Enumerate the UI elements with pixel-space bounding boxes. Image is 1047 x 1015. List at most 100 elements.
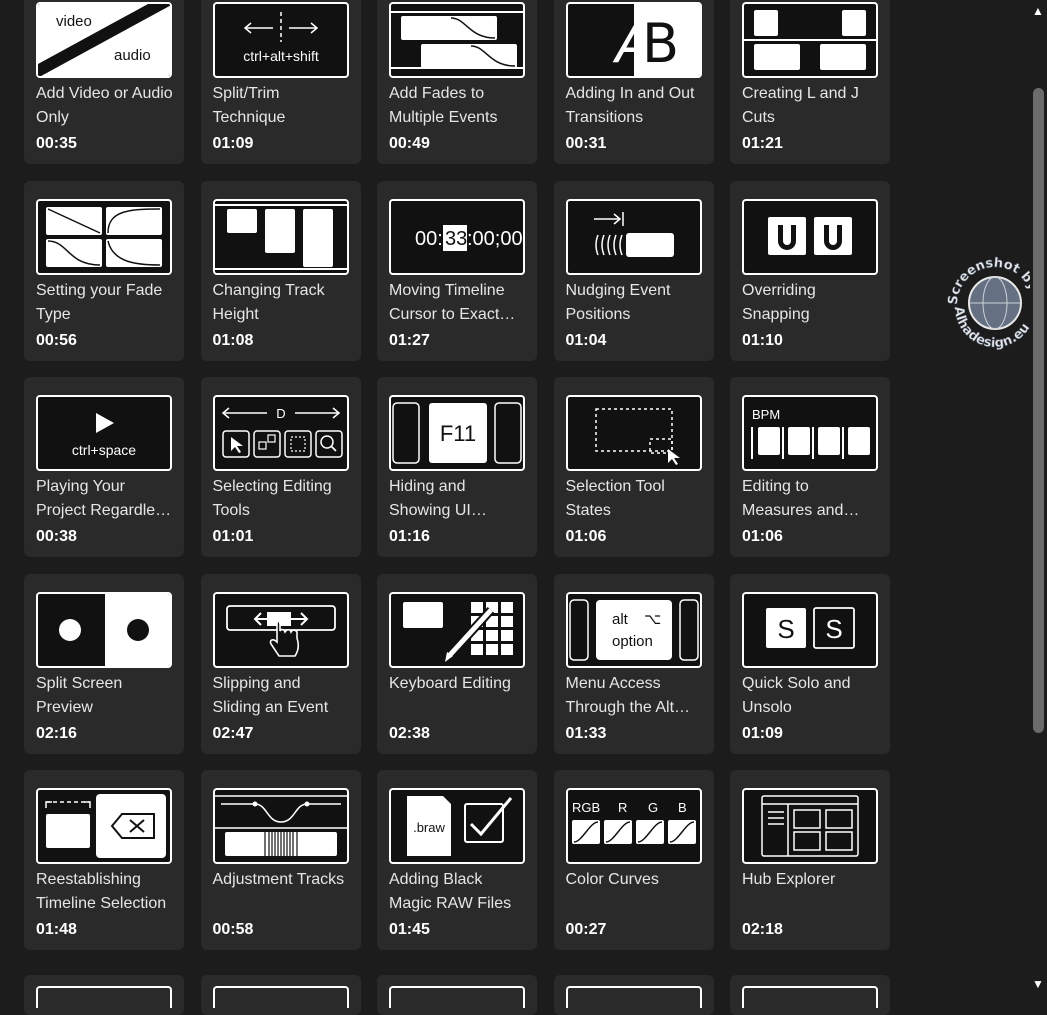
tutorial-card[interactable]: Reestablishing Timeline Selection 01:48 [24, 770, 184, 950]
scrollbar-thumb[interactable] [1033, 88, 1044, 733]
transition-icon: A B [565, 2, 702, 78]
thumb-text: video [56, 13, 92, 30]
card-title: Selection Tool States [565, 478, 665, 519]
card-title: Add Fades to Multiple Events [389, 85, 498, 126]
braw-icon: .braw [389, 788, 525, 864]
card-title: Quick Solo and Unsolo [742, 674, 851, 716]
bpm-icon: BPM [742, 395, 878, 471]
tutorial-card[interactable]: Selection Tool States 01:06 [553, 377, 714, 557]
tutorial-card[interactable]: Creating L and J Cuts 01:21 [730, 0, 890, 164]
hub-explorer-icon [742, 788, 878, 864]
card-title: Moving Timeline Cursor to Exact… [389, 281, 516, 323]
card-duration: 00:27 [565, 921, 607, 938]
thumb-text: ctrl+alt+shift [243, 48, 319, 64]
card-title: Reestablishing Timeline Selection [36, 871, 167, 912]
lj-cuts-icon [742, 2, 878, 78]
tutorial-card[interactable]: Changing Track Height 01:08 [200, 180, 361, 361]
card-duration: 01:09 [742, 724, 783, 742]
card-title: Playing Your Project Regardle… [36, 478, 172, 519]
thumb-text: :00;00 [467, 228, 523, 250]
card-title: Color Curves [565, 871, 659, 888]
card-duration: 00:31 [565, 135, 607, 152]
tutorial-card[interactable]: A B Adding In and Out Transitions 00:31 [553, 0, 714, 164]
solo-icon: S S [742, 591, 878, 668]
card-duration: 02:38 [389, 724, 430, 742]
thumb-text: RGB [572, 800, 600, 815]
alt-option-icon: alt ⌥ option [565, 591, 702, 668]
tutorial-card[interactable]: Nudging Event Positions 01:04 [553, 180, 714, 361]
card-title: Changing Track Height [212, 281, 325, 323]
tutorial-card[interactable]: Setting your Fade Type 00:56 [24, 180, 184, 361]
tutorial-card[interactable]: S S Quick Solo and Unsolo 01:09 [730, 573, 890, 754]
tutorial-card[interactable]: Split Screen Preview 02:16 [24, 573, 184, 754]
card-duration: 01:21 [742, 135, 783, 152]
editing-tools-icon: D [212, 395, 349, 471]
tutorial-card[interactable]: alt ⌥ option Menu Access Through the Alt… [553, 573, 714, 754]
split-trim-icon: ctrl+alt+shift [212, 2, 349, 78]
tutorial-card[interactable] [200, 975, 361, 1015]
thumb-text: S [777, 614, 794, 644]
card-duration: 02:16 [36, 724, 77, 742]
thumb-text: ctrl+space [72, 442, 136, 458]
card-title: Setting your Fade Type [36, 281, 163, 323]
tutorial-card[interactable]: Add Fades to Multiple Events 00:49 [377, 0, 537, 164]
tutorial-card[interactable]: Slipping and Sliding an Event 02:47 [200, 573, 361, 754]
card-title: Selecting Editing Tools [212, 478, 332, 519]
tutorial-card[interactable]: ctrl+alt+shift Split/Trim Technique 01:0… [200, 0, 361, 164]
scroll-up-icon[interactable]: ▲ [1031, 4, 1045, 18]
split-screen-icon [36, 591, 172, 668]
tutorial-card[interactable]: D Selecting Editing Tools 01:01 [200, 377, 361, 557]
tutorial-card[interactable]: ctrl+space Playing Your Project Regardle… [24, 377, 184, 557]
card-title: Slipping and Sliding an Event [212, 674, 329, 716]
card-title: Menu Access Through the Alt… [565, 674, 691, 716]
thumb-text: G [648, 800, 658, 815]
card-duration: 01:33 [565, 724, 607, 742]
tutorial-card[interactable]: Overriding Snapping 01:10 [730, 180, 890, 361]
card-duration: 01:27 [389, 331, 430, 349]
play-icon: ctrl+space [36, 395, 172, 471]
vertical-scrollbar[interactable]: ▲ ▼ [1030, 0, 1047, 995]
card-title: Hub Explorer [742, 871, 836, 888]
tutorial-grid: video audio Add Video or Audio Only 00:3… [24, 0, 890, 950]
snapping-icon [742, 198, 878, 275]
selection-tool-icon [565, 395, 702, 471]
tutorial-card[interactable]: 00: 33 :00;00 Moving Timeline Cursor to … [377, 180, 537, 361]
card-title: Hiding and Showing UI… [389, 478, 487, 519]
thumb-text: 00: [415, 228, 443, 250]
thumb-text: alt [612, 611, 629, 628]
thumb-text: .braw [413, 820, 445, 835]
tutorial-card[interactable]: Hub Explorer 02:18 [730, 770, 890, 950]
tutorial-card[interactable]: Adjustment Tracks 00:58 [200, 770, 361, 950]
timecode-icon: 00: 33 :00;00 [389, 198, 525, 275]
tutorial-card[interactable] [730, 975, 890, 1015]
tutorial-card[interactable] [377, 975, 537, 1015]
card-title: Split/Trim Technique [212, 85, 286, 126]
thumb-text: R [618, 800, 627, 815]
card-duration: 01:08 [212, 331, 254, 349]
tutorial-card[interactable]: F11 Hiding and Showing UI… 01:16 [377, 377, 537, 557]
card-title: Editing to Measures and… [742, 478, 860, 519]
tutorial-card[interactable]: .braw Adding Black Magic RAW Files 01:45 [377, 770, 537, 950]
card-duration: 00:49 [389, 135, 430, 152]
tutorial-card[interactable]: BPM Editing to Measures and… 01:06 [730, 377, 890, 557]
thumb-text: B [678, 800, 687, 815]
thumb-text: BPM [752, 407, 780, 422]
scroll-down-icon[interactable]: ▼ [1031, 977, 1045, 991]
fade-type-icon [36, 198, 172, 275]
tutorial-card[interactable]: RGB R G B Color Curves 00:27 [553, 770, 714, 950]
tutorial-card[interactable]: Keyboard Editing 02:38 [377, 573, 537, 754]
fades-icon [389, 2, 525, 78]
tutorial-card[interactable] [24, 975, 184, 1015]
thumb-text: option [612, 633, 653, 650]
thumb-text: ⌥ [644, 610, 661, 628]
slip-slide-icon [212, 591, 349, 668]
thumb-text: S [825, 614, 842, 644]
tutorial-card[interactable] [553, 975, 714, 1015]
card-duration: 01:09 [212, 135, 254, 152]
card-duration: 01:06 [742, 528, 783, 545]
svg-text:B: B [642, 12, 679, 75]
tutorial-card[interactable]: video audio Add Video or Audio Only 00:3… [24, 0, 184, 164]
card-title: Add Video or Audio Only [36, 85, 173, 126]
card-duration: 02:18 [742, 921, 783, 938]
reestablish-icon [36, 788, 172, 864]
